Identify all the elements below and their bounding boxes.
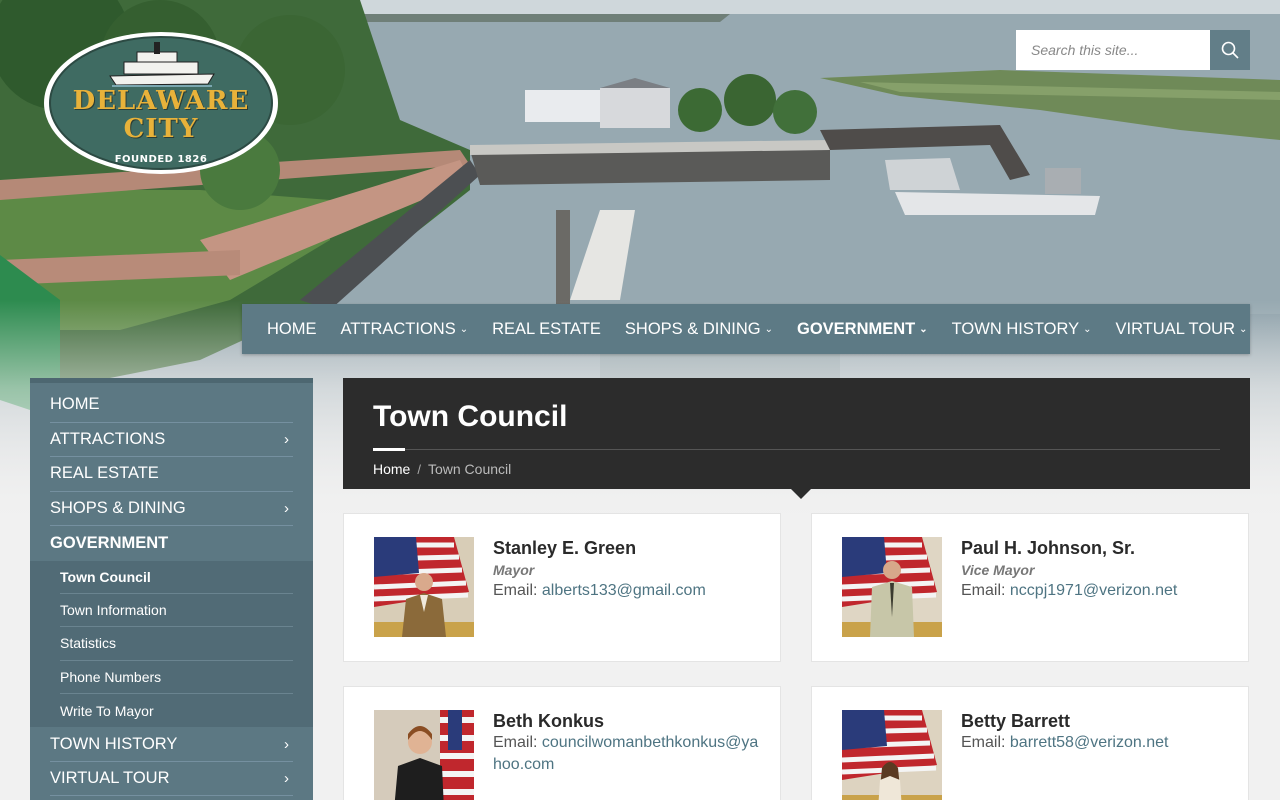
page-title: Town Council [373,400,568,433]
nav-attractions[interactable]: ATTRACTIONS ⌄ [329,304,481,354]
council-member-name: Stanley E. Green [493,538,637,558]
banner-pointer [791,489,811,499]
council-member-card: Betty Barrett Email: barrett58@verizon.n… [811,686,1249,800]
chevron-down-icon: ⌄ [459,324,469,335]
sidebar-item-government[interactable]: GOVERNMENT [50,526,293,561]
main-navigation: HOME ATTRACTIONS ⌄ REAL ESTATE SHOPS & DI… [242,304,1250,354]
council-member-photo [374,710,474,800]
sidebar-item-label: SHOPS & DINING [50,498,186,517]
sidebar-item-real-estate[interactable]: REAL ESTATE [50,457,293,492]
council-member-email: Email: barrett58@verizon.net [961,732,1228,754]
council-member-role: Vice Mayor [961,562,1035,578]
chevron-right-icon: › [284,499,289,517]
search-button[interactable] [1210,30,1250,70]
sidebar-item-label: REAL ESTATE [50,464,159,483]
sidebar-subitem-town-council[interactable]: Town Council [60,561,293,594]
nav-town-history[interactable]: TOWN HISTORY ⌄ [940,304,1104,354]
sidebar-item-town-history[interactable]: TOWN HISTORY › [50,727,293,762]
delaware-city-logo[interactable]: DELAWARE CITY FOUNDED 1826 [42,30,280,176]
sidebar-subitem-phone-numbers[interactable]: Phone Numbers [60,661,293,695]
search-icon [1221,41,1239,59]
council-member-email: Email: nccpj1971@verizon.net [961,580,1228,602]
nav-virtual-tour-label: VIRTUAL TOUR [1115,319,1235,338]
email-label: Email: [961,582,1006,599]
sidebar-subitem-write-to-mayor[interactable]: Write To Mayor [60,694,293,727]
sidebar-item-home[interactable]: HOME [50,388,293,423]
council-member-role: Mayor [493,562,535,578]
nav-town-history-label: TOWN HISTORY [951,319,1080,338]
chevron-down-icon: ⌄ [764,324,773,335]
email-label: Email: [493,734,538,751]
logo-text-city: CITY [123,114,199,144]
sidebar-item-virtual-tour[interactable]: VIRTUAL TOUR › [50,762,293,797]
breadcrumb-separator: / [417,461,421,477]
nav-real-estate[interactable]: REAL ESTATE [480,304,613,354]
title-divider-accent [373,448,405,451]
nav-home-label: HOME [267,319,317,338]
sidebar-submenu-government: Town Council Town Information Statistics… [30,560,313,728]
council-member-card: Beth Konkus Email: councilwomanbethkonku… [343,686,781,800]
sidebar-item-label: ATTRACTIONS [50,429,166,448]
logo-tagline: FOUNDED 1826 [114,154,208,165]
council-member-photo [842,537,942,637]
breadcrumb-current: Town Council [427,461,512,477]
nav-home[interactable]: HOME [255,304,329,354]
nav-shops-dining[interactable]: SHOPS & DINING ⌄ [613,304,785,354]
email-link[interactable]: nccpj1971@verizon.net [1010,582,1177,599]
council-member-photo [374,537,474,637]
council-member-card: Paul H. Johnson, Sr. Vice Mayor Email: n… [811,513,1249,662]
nav-shops-dining-label: SHOPS & DINING [624,319,761,338]
council-member-info: Betty Barrett Email: barrett58@verizon.n… [961,710,1228,754]
sidebar-item-label: HOME [50,395,100,414]
breadcrumb-home-link[interactable]: Home [373,461,410,477]
email-label: Email: [961,734,1006,751]
council-member-name: Paul H. Johnson, Sr. [961,538,1136,558]
nav-government-label: GOVERNMENT [797,319,916,338]
search-input[interactable] [1016,30,1210,70]
chevron-down-icon: ⌄ [1239,324,1248,335]
sidebar-menu: HOME ATTRACTIONS › REAL ESTATE SHOPS & DI… [30,378,313,800]
council-member-info: Stanley E. Green Mayor Email: alberts133… [493,537,760,602]
chevron-right-icon: › [284,735,289,753]
council-member-name: Beth Konkus [493,711,605,731]
chevron-down-icon: ⌄ [919,324,928,335]
council-member-email: Email: councilwomanbethkonkus@yahoo.com [493,732,760,776]
chevron-right-icon: › [284,770,289,788]
site-search [1016,30,1250,70]
council-member-info: Paul H. Johnson, Sr. Vice Mayor Email: n… [961,537,1228,602]
sidebar-subitem-statistics[interactable]: Statistics [60,627,293,661]
council-member-photo [842,710,942,800]
logo-text-delaware: DELAWARE [72,86,250,116]
nav-real-estate-label: REAL ESTATE [492,319,601,338]
breadcrumb: Home / Town Council [373,461,511,477]
council-member-name: Betty Barrett [961,711,1071,731]
email-link[interactable]: barrett58@verizon.net [1010,734,1169,751]
page-title-banner: Town Council Home / Town Council [343,378,1250,489]
council-member-info: Beth Konkus Email: councilwomanbethkonku… [493,710,760,776]
council-member-email: Email: alberts133@gmail.com [493,580,760,602]
chevron-down-icon: ⌄ [1083,324,1092,335]
sidebar-subitem-town-information[interactable]: Town Information [60,594,293,628]
council-member-card: Stanley E. Green Mayor Email: alberts133… [343,513,781,662]
sidebar-item-label: GOVERNMENT [50,533,169,552]
email-label: Email: [493,582,538,599]
nav-virtual-tour[interactable]: VIRTUAL TOUR ⌄ [1103,304,1259,354]
email-link[interactable]: alberts133@gmail.com [542,582,706,599]
title-divider [373,449,1220,450]
sidebar-item-attractions[interactable]: ATTRACTIONS › [50,423,293,457]
sidebar-item-label: VIRTUAL TOUR [50,769,170,788]
nav-government[interactable]: GOVERNMENT ⌄ [785,304,940,354]
sidebar-item-shops-dining[interactable]: SHOPS & DINING › [50,492,293,526]
sidebar-item-label: TOWN HISTORY [50,734,178,753]
nav-attractions-label: ATTRACTIONS [340,319,456,338]
chevron-right-icon: › [284,430,289,448]
